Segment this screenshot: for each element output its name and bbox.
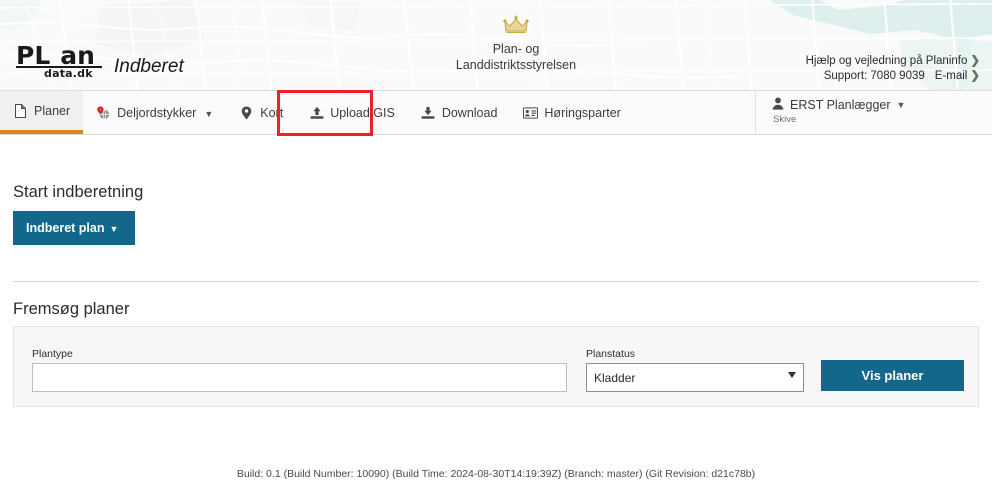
- app-title: Indberet: [114, 56, 184, 78]
- agency-name-line1: Plan- og: [426, 41, 606, 57]
- indberet-plan-label: Indberet plan: [26, 221, 104, 235]
- upload-icon: [309, 106, 324, 120]
- user-menu-row[interactable]: ERST Planlægger ▼: [772, 97, 992, 113]
- planinfo-help-label: Hjælp og vejledning på Planinfo: [806, 55, 968, 67]
- nav-item-horingsparter[interactable]: Høringsparter: [510, 91, 633, 134]
- start-indberetning-heading: Start indberetning: [13, 183, 143, 202]
- user-icon: [772, 97, 784, 113]
- nav-item-kort[interactable]: Kort: [226, 91, 296, 134]
- nav-label-kort: Kort: [260, 106, 283, 120]
- chevron-right-icon: ❯: [970, 55, 980, 67]
- support-phone-label: Support: 7080 9039: [824, 70, 925, 82]
- user-menu[interactable]: ERST Planlægger ▼ Skive: [755, 91, 992, 134]
- chevron-down-icon-user: ▼: [897, 100, 906, 110]
- section-divider: [13, 281, 979, 282]
- planstatus-field: Planstatus Kladder: [586, 348, 804, 392]
- agency-crest: Plan- og Landdistriktsstyrelsen: [426, 14, 606, 73]
- nav-item-deljordstykker[interactable]: Deljordstykker ▼: [83, 91, 226, 134]
- planstatus-label: Planstatus: [586, 348, 804, 360]
- nav-item-download[interactable]: Download: [408, 91, 511, 134]
- chevron-down-icon: ▼: [204, 109, 213, 119]
- planstatus-select[interactable]: Kladder: [586, 363, 804, 392]
- chevron-right-icon-2: ❯: [970, 70, 980, 82]
- help-links: Hjælp og vejledning på Planinfo❯ Support…: [806, 54, 980, 84]
- logo-subtext: data.dk: [44, 67, 93, 80]
- plantype-input[interactable]: [32, 363, 567, 392]
- agency-name-line2: Landdistriktsstyrelsen: [426, 57, 606, 73]
- map-pin-icon: [239, 106, 254, 120]
- build-info-text: Build: 0.1 (Build Number: 10090) (Build …: [0, 468, 992, 480]
- page-root: PLan data.dk Indberet: [0, 0, 992, 500]
- fremsog-planer-heading: Fremsøg planer: [13, 300, 129, 319]
- nav-item-planer[interactable]: Planer: [0, 91, 83, 134]
- indberet-plan-button[interactable]: Indberet plan ▼: [13, 211, 135, 245]
- logo-wordmark: PLan: [16, 45, 95, 67]
- plandata-logo[interactable]: PLan data.dk: [16, 45, 102, 79]
- document-icon: [13, 104, 28, 118]
- main-navigation: Planer Deljordstykker ▼ Kort: [0, 90, 992, 135]
- planinfo-help-link[interactable]: Hjælp og vejledning på Planinfo❯: [806, 54, 980, 69]
- planstatus-select-wrap: Kladder: [586, 363, 804, 392]
- nav-label-upload-gis: Upload GIS: [330, 106, 395, 120]
- download-icon: [421, 106, 436, 120]
- plantype-label: Plantype: [32, 348, 567, 360]
- email-link[interactable]: E-mail: [935, 70, 968, 82]
- nav-label-deljordstykker: Deljordstykker: [117, 106, 196, 120]
- globe-pin-icon: [96, 105, 111, 121]
- chevron-down-icon-indberet: ▼: [109, 224, 118, 234]
- support-row: Support: 7080 9039 E-mail❯: [806, 69, 980, 84]
- nav-label-horingsparter: Høringsparter: [544, 106, 620, 120]
- nav-label-planer: Planer: [34, 104, 70, 118]
- nav-label-download: Download: [442, 106, 498, 120]
- crown-icon: [426, 14, 606, 39]
- id-card-icon: [523, 107, 538, 119]
- vis-planer-button[interactable]: Vis planer: [821, 360, 964, 391]
- user-name-label: ERST Planlægger: [790, 98, 891, 112]
- search-planer-form: Plantype Planstatus Kladder Vis planer: [13, 326, 979, 407]
- nav-item-upload-gis[interactable]: Upload GIS: [296, 91, 408, 134]
- brand-lockup[interactable]: PLan data.dk Indberet: [16, 45, 184, 79]
- user-organisation-label: Skive: [773, 114, 992, 125]
- top-banner: PLan data.dk Indberet: [0, 0, 992, 90]
- plantype-field: Plantype: [32, 348, 567, 392]
